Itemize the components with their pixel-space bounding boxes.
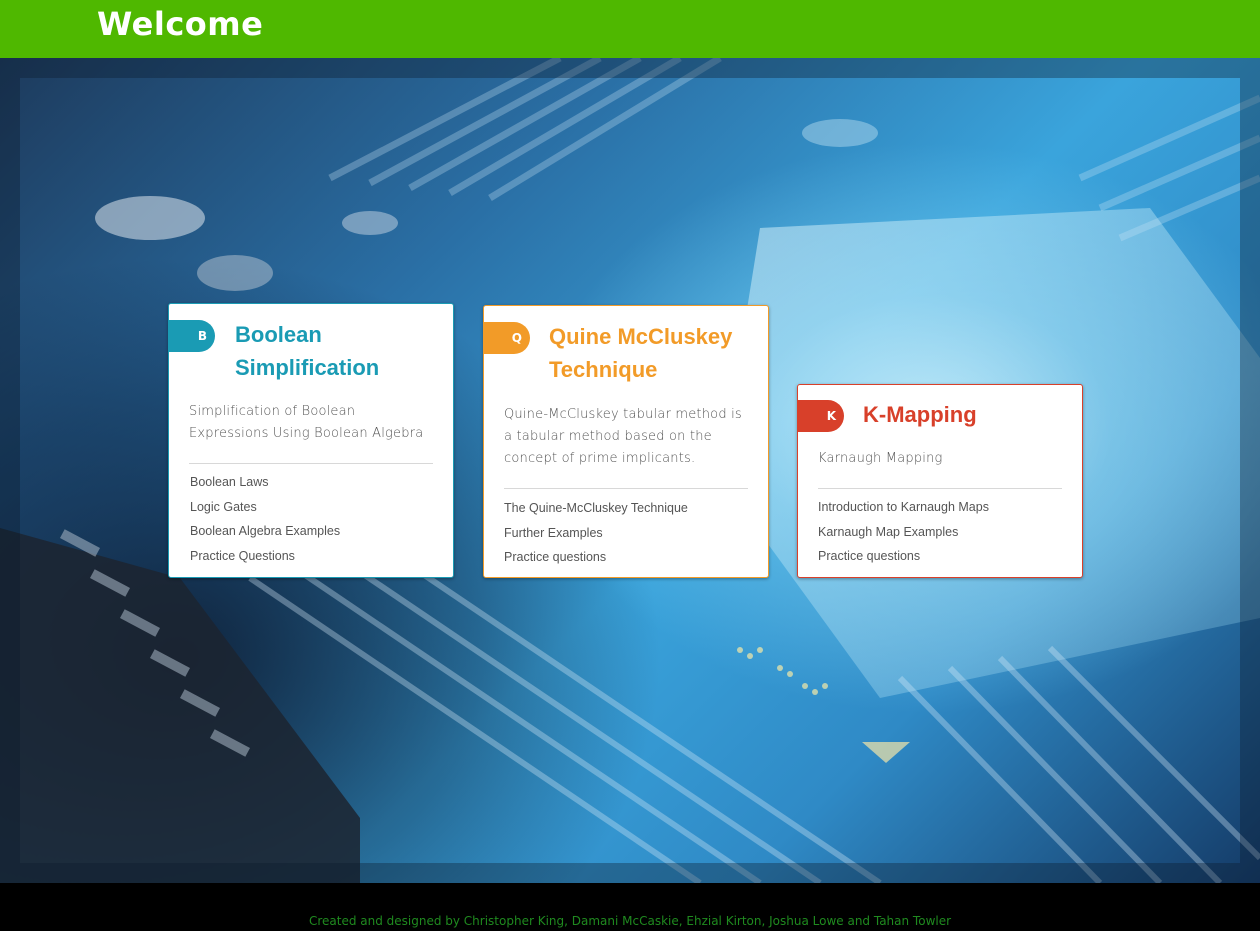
page-title: Welcome [97,5,264,43]
link-practice-questions[interactable]: Practice Questions [190,544,340,569]
link-boolean-laws[interactable]: Boolean Laws [190,470,340,495]
card-k-mapping[interactable]: K K-Mapping Karnaugh Mapping Introductio… [797,384,1083,578]
card-title[interactable]: Quine McCluskey Technique [549,320,759,386]
link-logic-gates[interactable]: Logic Gates [190,495,340,520]
footer-credits: Created and designed by Christopher King… [308,914,952,928]
card-boolean-simplification[interactable]: B Boolean Simplification Simplification … [168,303,454,578]
badge-q-icon: Q [483,322,530,354]
badge-b-icon: B [168,320,215,352]
card-link-list: The Quine-McCluskey Technique Further Ex… [504,496,688,570]
header-bar: Welcome [0,0,1260,58]
card-link-list: Introduction to Karnaugh Maps Karnaugh M… [818,495,989,569]
card-description: Karnaugh Mapping [818,451,943,466]
card-title[interactable]: Boolean Simplification [235,318,445,384]
page: Welcome B Boolean Simplification Simplif… [0,0,1260,931]
card-description: Quine-McCluskey tabular method is a tabu… [504,407,742,466]
divider [504,488,748,489]
card-quine-mccluskey[interactable]: Q Quine McCluskey Technique Quine-McClus… [483,305,769,578]
link-karnaugh-map-examples[interactable]: Karnaugh Map Examples [818,520,989,545]
link-practice-questions[interactable]: Practice questions [818,544,989,569]
divider [818,488,1062,489]
link-quine-mccluskey-technique[interactable]: The Quine-McCluskey Technique [504,496,688,521]
card-title[interactable]: K-Mapping [863,398,1073,431]
link-practice-questions[interactable]: Practice questions [504,545,688,570]
link-boolean-algebra-examples[interactable]: Boolean Algebra Examples [190,519,340,544]
card-link-list: Boolean Laws Logic Gates Boolean Algebra… [190,470,340,568]
link-further-examples[interactable]: Further Examples [504,521,688,546]
footer: Created and designed by Christopher King… [0,883,1260,931]
divider [189,463,433,464]
badge-k-icon: K [797,400,844,432]
card-description: Simplification of Boolean Expressions Us… [189,404,424,441]
link-intro-karnaugh-maps[interactable]: Introduction to Karnaugh Maps [818,495,989,520]
